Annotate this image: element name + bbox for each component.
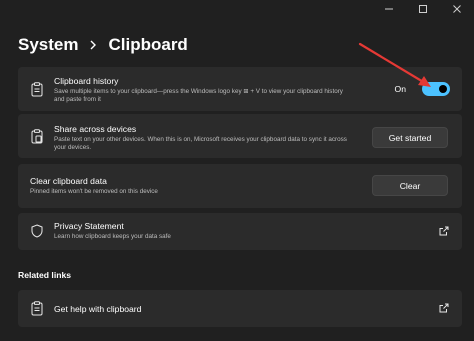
clipboard-history-toggle-label: On	[394, 84, 406, 94]
clipboard-history-title: Clipboard history	[54, 76, 119, 86]
maximize-icon	[419, 5, 427, 13]
clipboard-icon	[30, 300, 44, 316]
clear-clipboard-description: Pinned items won't be removed on this de…	[30, 188, 158, 195]
page-title: Clipboard	[108, 35, 188, 54]
privacy-statement-description: Learn how clipboard keeps your data safe	[54, 233, 171, 240]
privacy-statement-title: Privacy Statement	[54, 221, 124, 231]
maximize-button[interactable]	[406, 0, 440, 18]
clipboard-history-description: Save multiple items to your clipboard—pr…	[54, 88, 343, 103]
get-help-title: Get help with clipboard	[54, 304, 142, 314]
clipboard-history-toggle[interactable]	[422, 82, 450, 96]
get-started-button[interactable]: Get started	[372, 127, 448, 148]
close-icon	[453, 5, 461, 13]
clear-button[interactable]: Clear	[372, 175, 448, 196]
shield-icon	[30, 223, 44, 239]
clear-clipboard-title: Clear clipboard data	[30, 176, 107, 186]
get-help-card[interactable]: Get help with clipboard	[18, 290, 462, 327]
breadcrumb: System Clipboard	[18, 33, 188, 57]
clipboard-share-icon	[30, 128, 44, 144]
clipboard-icon	[30, 81, 44, 97]
chevron-right-icon	[88, 38, 98, 52]
share-across-devices-description: Paste text on your other devices. When t…	[54, 136, 347, 151]
close-button[interactable]	[440, 0, 474, 18]
window-controls	[372, 0, 474, 18]
breadcrumb-parent-system[interactable]: System	[18, 35, 78, 55]
toggle-knob	[439, 85, 447, 93]
privacy-statement-card[interactable]: Privacy Statement Learn how clipboard ke…	[18, 213, 462, 250]
related-links-heading: Related links	[18, 270, 72, 280]
share-across-devices-card: Share across devices Paste text on your …	[18, 114, 462, 158]
minimize-button[interactable]	[372, 0, 406, 18]
settings-window: System Clipboard Clipboard history Save …	[0, 0, 474, 341]
clipboard-history-card: Clipboard history Save multiple items to…	[18, 67, 462, 111]
external-link-icon	[439, 303, 449, 313]
share-across-devices-title: Share across devices	[54, 124, 137, 134]
clear-clipboard-card: Clear clipboard data Pinned items won't …	[18, 164, 462, 208]
minimize-icon	[385, 8, 393, 10]
external-link-icon	[439, 226, 449, 236]
